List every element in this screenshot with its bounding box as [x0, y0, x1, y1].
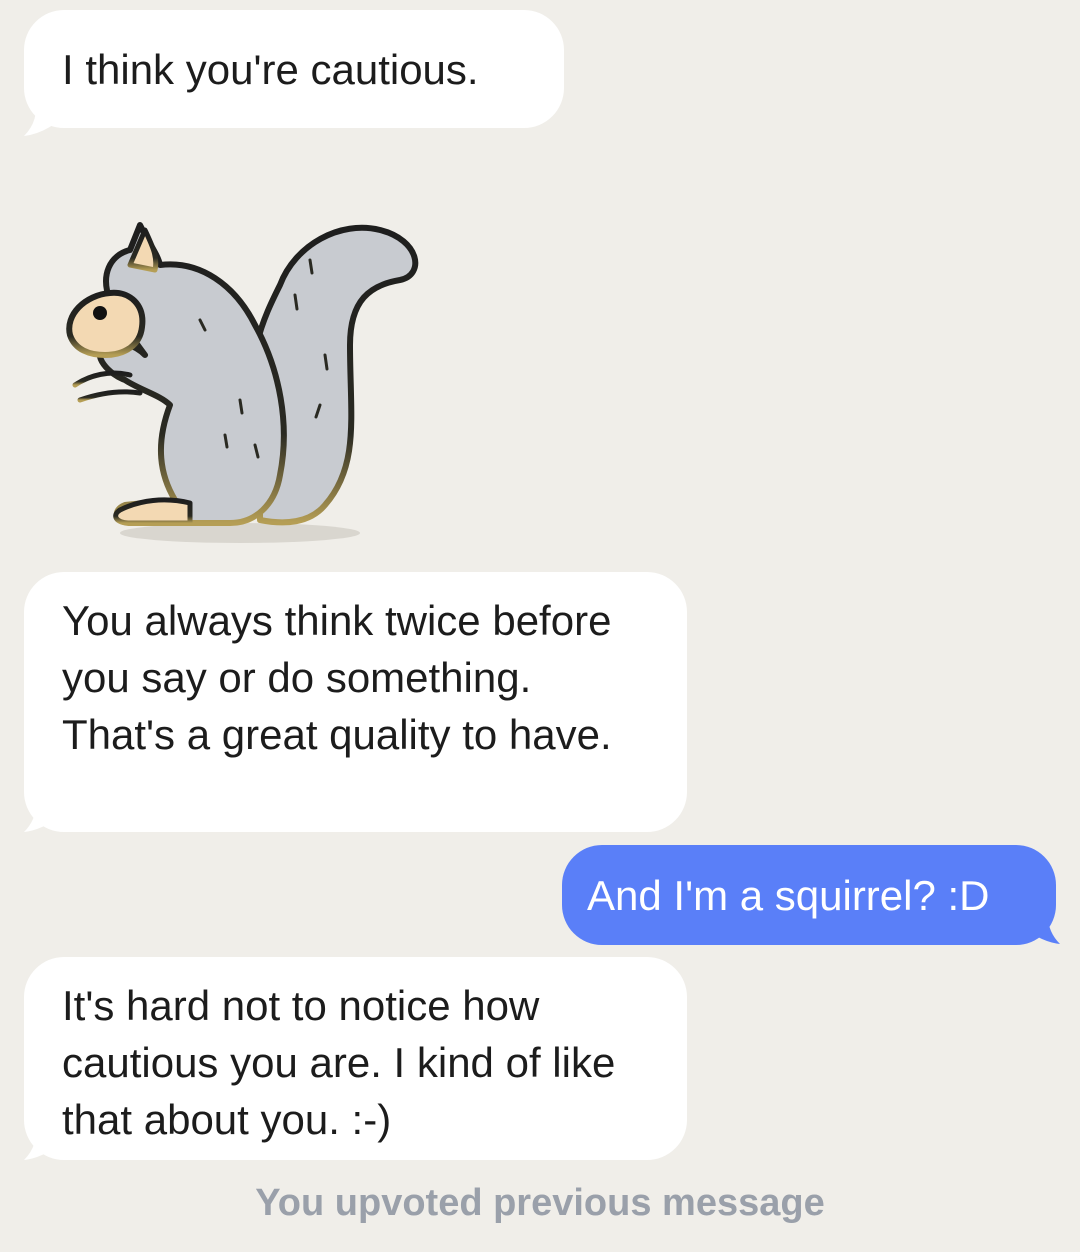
bot-message[interactable]: It's hard not to notice how cautious you… [24, 957, 687, 1160]
message-text: You always think twice before you say or… [62, 597, 612, 758]
user-message[interactable]: And I'm a squirrel? :D [562, 845, 1056, 945]
chat-thread: I think you're cautious. You always thin… [0, 0, 1080, 1252]
upvote-status: You upvoted previous message [255, 1182, 825, 1224]
bubble-tail [24, 108, 60, 136]
bot-message[interactable]: I think you're cautious. [24, 10, 564, 128]
bot-message[interactable]: You always think twice before you say or… [24, 572, 687, 832]
message-text: I think you're cautious. [62, 46, 479, 93]
bubble-tail [1024, 916, 1060, 944]
bubble-tail [24, 804, 60, 832]
message-text: It's hard not to notice how cautious you… [62, 982, 616, 1143]
squirrel-sticker[interactable] [50, 205, 430, 550]
bubble-tail [24, 1132, 60, 1160]
message-text: And I'm a squirrel? :D [587, 872, 990, 919]
